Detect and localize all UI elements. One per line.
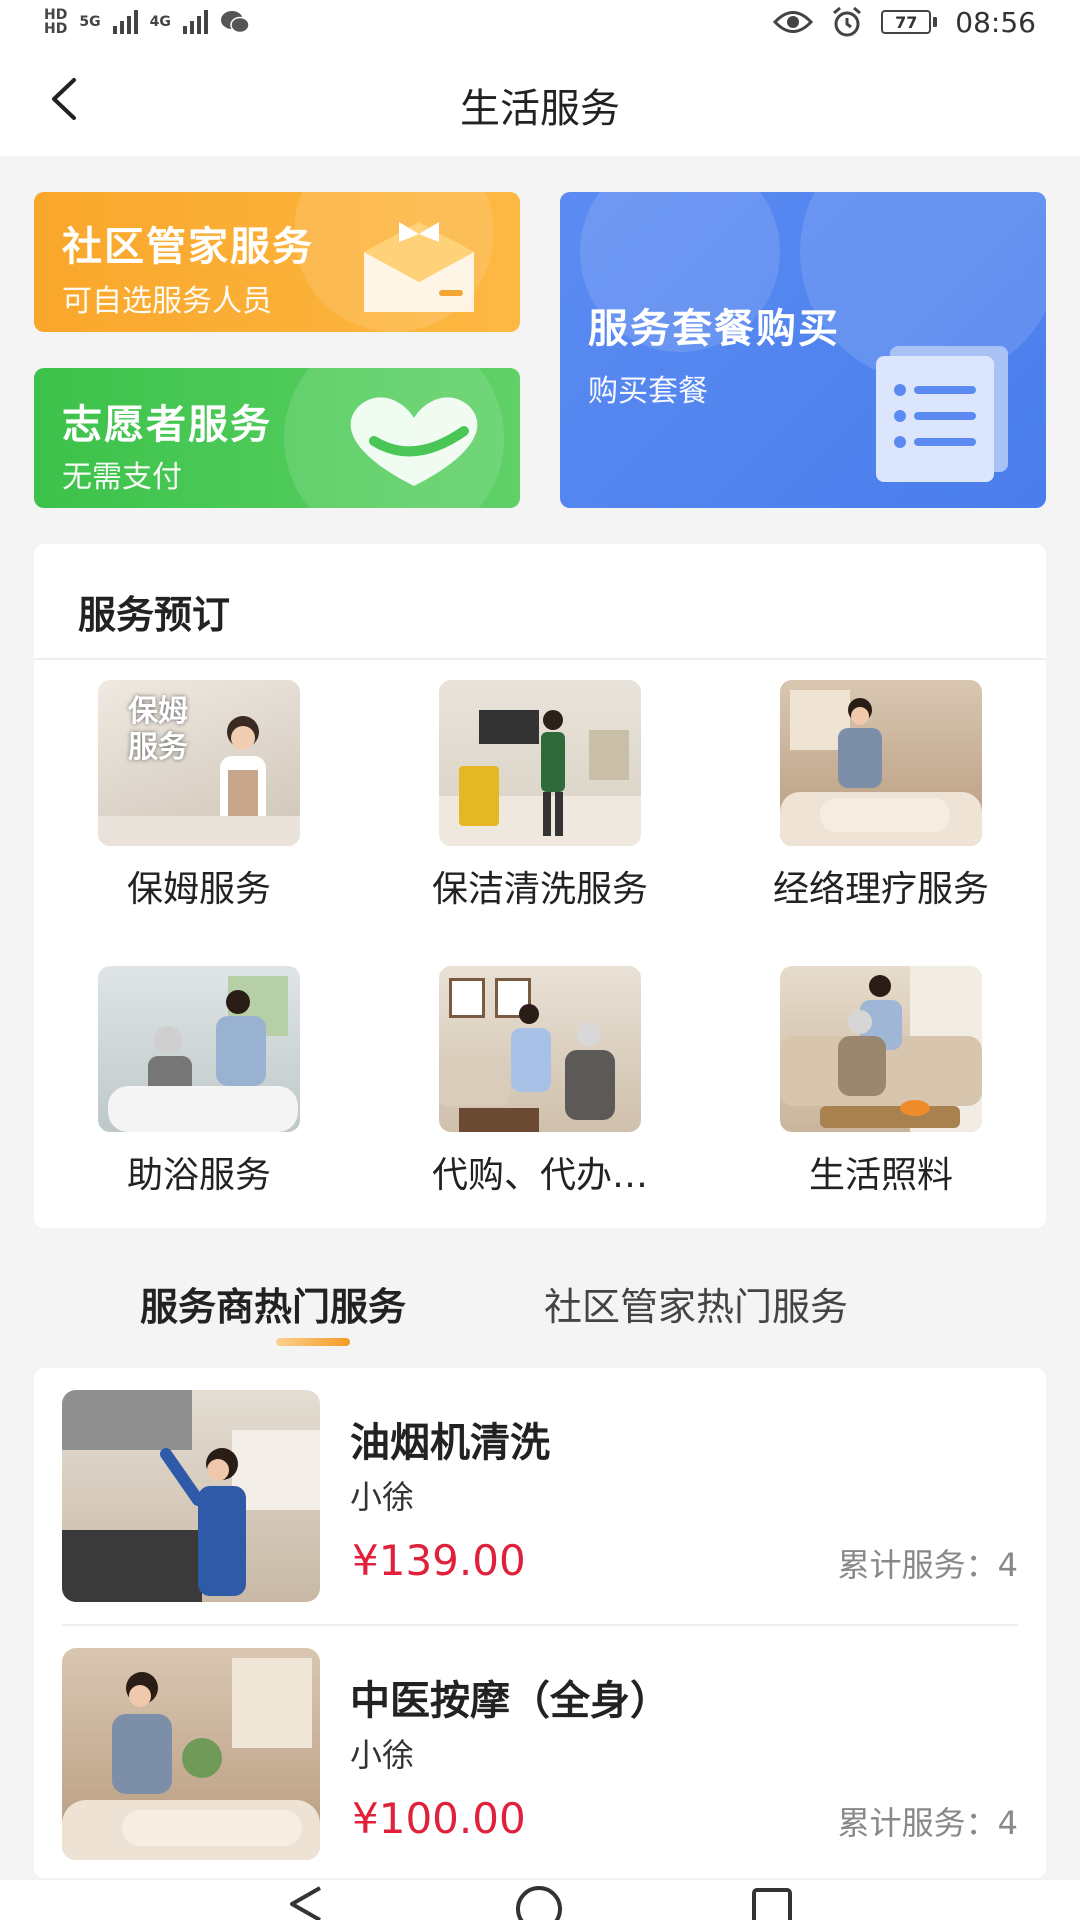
page-title: 生活服务 [460,86,620,132]
service-price: ¥100.00 [352,1794,526,1843]
daily-care-photo [780,966,982,1132]
service-count: 累计服务：4 [837,1804,1018,1842]
steward-service-title: 社区管家服务 [62,224,314,270]
battery-level: 77 [881,10,932,34]
divider [34,658,1046,660]
hd-indicator: HD HD [44,8,67,36]
hood-cleaning-photo [62,1390,320,1602]
battery-icon: 77 [881,10,938,34]
service-booking-panel: 服务预订 保姆 服务 保姆服务 保洁清洗服务 经络理疗服务 助浴服务 代购、代办… [34,544,1046,1228]
caregiver-elder-figures [838,975,902,1096]
network-5g-label: 5G [79,14,101,30]
nav-home-icon[interactable] [514,1884,564,1920]
steward-service-card[interactable]: 社区管家服务 可自选服务人员 [34,192,520,332]
tab-provider-hot[interactable]: 服务商热门服务 [140,1276,406,1331]
service-cleaning[interactable]: 保洁清洗服务 [375,680,705,912]
nav-back-icon[interactable] [286,1884,326,1920]
service-label: 助浴服务 [126,1155,271,1196]
hd-label-1: HD [44,7,68,23]
bathing-figures [108,990,298,1132]
cleaning-photo [439,680,641,846]
service-bathing-assist[interactable]: 助浴服务 [34,966,364,1198]
signal-icon-2 [182,10,208,34]
massage-photo [62,1648,320,1860]
nanny-photo-overlay-text: 保姆 服务 [128,694,188,765]
therapy-photo [780,680,982,846]
package-purchase-title: 服务套餐购买 [588,306,840,352]
status-bar: HD HD 5G 4G 77 08:56 [0,0,1080,44]
package-purchase-subtitle: 购买套餐 [588,374,708,409]
service-provider: 小徐 [350,1478,415,1516]
hot-service-tabs: 服务商热门服务 社区管家热门服务 [0,1268,1080,1348]
service-name: 中医按摩（全身） [350,1678,670,1724]
active-tab-indicator [276,1338,350,1346]
nav-recent-apps-icon[interactable] [750,1886,794,1920]
errands-photo [439,966,641,1132]
hd-label-2: HD [44,21,68,37]
service-daily-care[interactable]: 生活照料 [716,966,1046,1198]
service-label: 代购、代办… [431,1155,648,1196]
service-errands[interactable]: 代购、代办… [375,966,705,1198]
volunteer-service-title: 志愿者服务 [62,402,272,448]
butler-icon [364,222,474,312]
therapist-figure [838,698,882,788]
service-nanny[interactable]: 保姆 服务 保姆服务 [34,680,364,912]
cleaner-figure [160,1448,246,1596]
document-list-icon [876,346,1008,482]
service-count: 累计服务：4 [837,1546,1018,1584]
service-provider: 小徐 [350,1736,415,1774]
system-navigation-bar [0,1880,1080,1920]
service-name: 油烟机清洗 [350,1420,550,1466]
volunteer-service-card[interactable]: 志愿者服务 无需支付 [34,368,520,508]
hot-service-list: 油烟机清洗 小徐 ¥139.00 累计服务：4 中医按摩（全身） 小徐 ¥100… [34,1368,1046,1878]
service-label: 生活照料 [808,1155,953,1196]
heart-hand-icon [350,397,478,486]
cleaner-figure [541,710,565,836]
service-booking-title: 服务预订 [78,593,231,637]
eye-icon [773,11,814,33]
service-label: 经络理疗服务 [772,869,989,910]
list-item[interactable]: 油烟机清洗 小徐 ¥139.00 累计服务：4 [34,1368,1046,1628]
signal-icon [112,10,138,34]
status-left: HD HD 5G 4G [44,8,250,36]
nav-bar: 生活服务 [0,44,1080,156]
nanny-photo: 保姆 服务 [98,680,300,846]
status-right: 77 08:56 [773,6,1036,39]
clock: 08:56 [955,5,1036,39]
service-meridian-therapy[interactable]: 经络理疗服务 [716,680,1046,912]
tab-steward-hot[interactable]: 社区管家热门服务 [544,1276,848,1331]
bathing-photo [98,966,300,1132]
alarm-icon [833,6,862,37]
volunteer-service-subtitle: 无需支付 [62,460,182,495]
package-purchase-card[interactable]: 服务套餐购买 购买套餐 [560,192,1046,508]
service-label: 保洁清洗服务 [431,869,648,910]
service-label: 保姆服务 [126,869,271,910]
network-4g-label: 4G [149,14,171,30]
steward-service-subtitle: 可自选服务人员 [62,284,272,319]
therapist-figure [112,1672,172,1794]
list-item[interactable]: 中医按摩（全身） 小徐 ¥100.00 累计服务：4 [34,1626,1046,1878]
service-price: ¥139.00 [352,1536,526,1585]
wechat-icon [220,11,250,34]
